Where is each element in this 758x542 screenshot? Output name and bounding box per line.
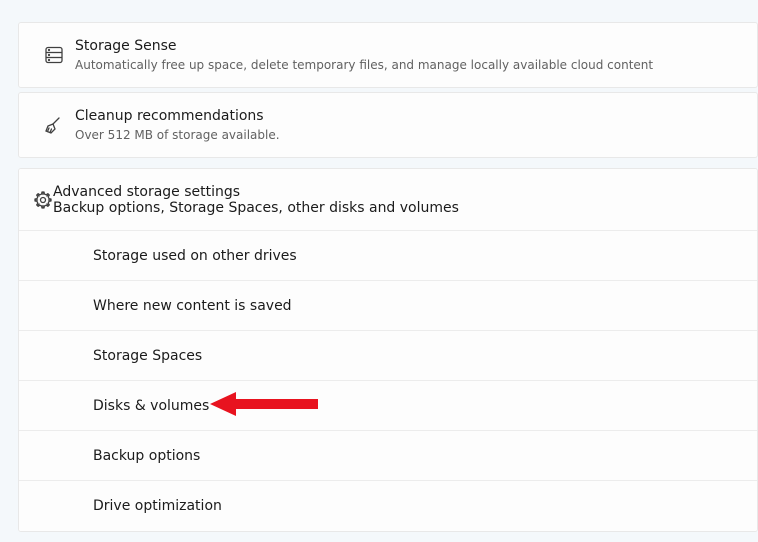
storage-sense-card[interactable]: Storage Sense Automatically free up spac… [18,22,758,88]
advanced-storage-header[interactable]: Advanced storage settings Backup options… [19,169,757,231]
sub-item-storage-spaces[interactable]: Storage Spaces [19,331,757,381]
sub-item-label: Backup options [93,448,200,464]
advanced-subtitle: Backup options, Storage Spaces, other di… [53,200,459,216]
storage-settings-page: Storage Sense Automatically free up spac… [0,0,758,532]
cleanup-subtitle: Over 512 MB of storage available. [75,127,739,143]
sub-item-label: Drive optimization [93,498,222,514]
sub-item-drive-optimization[interactable]: Drive optimization [19,481,757,531]
storage-sense-icon [33,45,75,65]
gear-icon [33,190,53,210]
storage-sense-subtitle: Automatically free up space, delete temp… [75,57,739,73]
sub-item-disks-volumes[interactable]: Disks & volumes [19,381,757,431]
sub-item-label: Storage Spaces [93,348,202,364]
broom-icon [33,115,75,135]
sub-item-label: Where new content is saved [93,298,292,314]
storage-sense-title: Storage Sense [75,37,739,56]
cleanup-title: Cleanup recommendations [75,107,739,126]
sub-item-label: Storage used on other drives [93,248,297,264]
sub-item-backup-options[interactable]: Backup options [19,431,757,481]
advanced-storage-expander: Advanced storage settings Backup options… [18,168,758,532]
advanced-title: Advanced storage settings [53,184,459,200]
sub-item-label: Disks & volumes [93,398,209,414]
sub-item-where-new-content[interactable]: Where new content is saved [19,281,757,331]
sub-item-storage-other-drives[interactable]: Storage used on other drives [19,231,757,281]
cleanup-recommendations-card[interactable]: Cleanup recommendations Over 512 MB of s… [18,92,758,158]
